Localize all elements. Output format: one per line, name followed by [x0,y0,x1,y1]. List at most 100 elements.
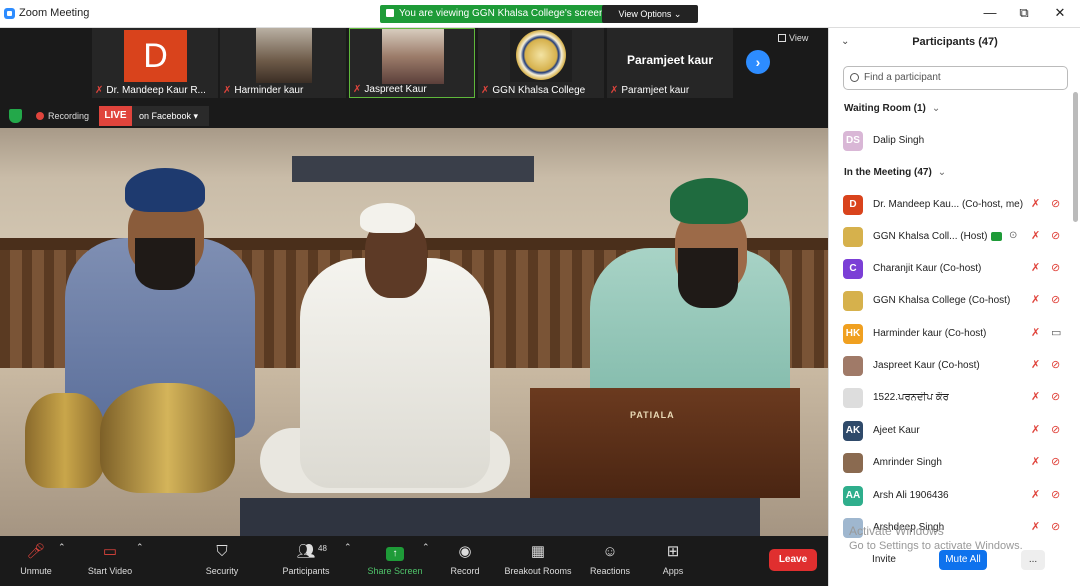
video-off-icon[interactable]: ⊘ [1051,488,1060,501]
audio-options-chevron-icon[interactable]: ⌃ [58,542,66,553]
share-chevron-icon[interactable]: ⌃ [422,542,430,553]
reactions-button[interactable]: ☺ Reactions [588,542,632,576]
participant-row[interactable]: AA Arsh Ali 1906436 ✗ ⊘ [841,483,1067,509]
screen-share-banner: You are viewing GGN Khalsa College's scr… [380,5,613,23]
muted-mic-icon[interactable]: ✗ [1031,520,1040,533]
participant-row[interactable]: Jaspreet Kaur (Co-host) ✗ ⊘ [841,353,1067,379]
muted-mic-icon[interactable]: ✗ [1031,293,1040,306]
apps-icon: ⊞ [666,543,680,560]
participant-name: GGN Khalsa Coll... (Host) [873,231,988,242]
thumbnail-paramjeet[interactable]: Paramjeet kaur ✗ Paramjeet kaur [607,28,733,98]
avatar [843,291,863,311]
thumbnail-mandeep[interactable]: D ✗ Dr. Mandeep Kaur R... [92,28,218,98]
recording-indicator[interactable]: Recording [36,109,89,123]
participant-row[interactable]: GGN Khalsa Coll... (Host) ⊙ ✗ ⊘ [841,224,1067,250]
facebook-stream-dropdown[interactable]: on Facebook ▾ [132,106,209,126]
avatar: AA [843,486,863,506]
in-meeting-header[interactable]: In the Meeting (47) ⌄ [844,167,946,178]
college-seal-icon [510,30,572,82]
maximize-button[interactable]: ⧉ [1016,5,1032,21]
participant-name: Ajeet Kaur [873,425,920,436]
start-video-button[interactable]: ▭ Start Video [82,542,138,576]
participants-chevron-icon[interactable]: ⌃ [344,542,352,553]
participant-row[interactable]: D Dr. Mandeep Kau... (Co-host, me) ✗ ⊘ [841,192,1067,218]
video-off-icon[interactable]: ⊘ [1051,229,1060,242]
thumbnail-name: Harminder kaur [234,85,304,96]
participants-button[interactable]: 👥︎ Participants 48 [278,542,334,576]
muted-mic-icon: ✗ [223,85,232,96]
recording-icon: ⊙ [1009,230,1018,241]
video-off-icon[interactable]: ⊘ [1051,261,1060,274]
harmonium [530,388,800,498]
muted-mic-icon[interactable]: ✗ [1031,326,1040,339]
more-options-button[interactable]: ... [1021,550,1045,570]
shield-icon: ⛉ [216,543,228,560]
minimize-button[interactable]: — [982,5,998,20]
share-screen-icon: ↑ [364,542,426,562]
window-title: Zoom Meeting [19,7,90,19]
record-label: Record [450,566,480,576]
leave-button[interactable]: Leave [769,549,817,571]
participant-name: Charanjit Kaur (Co-host) [873,263,982,274]
waiting-participant-row[interactable]: DS Dalip Singh [841,128,1067,154]
video-off-icon[interactable]: ⊘ [1051,197,1060,210]
participant-name: 1522.ਪਰਨਦੀਪ ਕੌਰ [873,392,949,403]
breakout-grid-icon: ▦ [530,543,546,560]
record-button[interactable]: ◉ Record [444,542,486,576]
view-button[interactable]: View [778,33,808,43]
view-label: View [789,33,809,43]
live-badge[interactable]: LIVE [99,106,132,126]
muted-mic-icon[interactable]: ✗ [1031,261,1040,274]
security-button[interactable]: ⛉ Security [198,542,246,576]
zoom-window: Zoom Meeting — ⧉ ✕ You are viewing GGN K… [0,0,1080,586]
view-options-button[interactable]: View Options ⌄ [602,5,698,23]
muted-mic-icon[interactable]: ✗ [1031,390,1040,403]
search-input[interactable]: Find a participant [843,66,1068,90]
muted-mic-icon: 🎤︎ [26,543,46,560]
muted-mic-icon[interactable]: ✗ [1031,358,1040,371]
thumbnail-harminder[interactable]: ✗ Harminder kaur [220,28,346,98]
participant-row[interactable]: C Charanjit Kaur (Co-host) ✗ ⊘ [841,256,1067,282]
participant-row[interactable]: 1522.ਪਰਨਦੀਪ ਕੌਰ ✗ ⊘ [841,385,1067,411]
waiting-room-header[interactable]: Waiting Room (1) ⌄ [844,103,940,114]
encryption-shield-icon[interactable] [9,109,22,123]
breakout-rooms-button[interactable]: ▦ Breakout Rooms [500,542,576,576]
video-on-icon[interactable]: ▭ [1051,326,1061,339]
mute-all-button[interactable]: Mute All [939,550,987,570]
thumbnail-jaspreet[interactable]: ✗ Jaspreet Kaur [349,28,475,98]
apps-button[interactable]: ⊞ Apps [656,542,690,576]
video-off-icon[interactable]: ⊘ [1051,455,1060,468]
participant-row[interactable]: GGN Khalsa College (Co-host) ✗ ⊘ [841,288,1067,314]
share-screen-button[interactable]: ↑ Share Screen [364,542,426,576]
video-off-icon[interactable]: ⊘ [1051,520,1060,533]
breakout-rooms-label: Breakout Rooms [504,566,572,576]
zoom-logo-icon [4,8,15,19]
video-off-icon[interactable]: ⊘ [1051,358,1060,371]
participant-row[interactable]: HK Harminder kaur (Co-host) ✗ ▭ [841,321,1067,347]
muted-mic-icon[interactable]: ✗ [1031,197,1040,210]
share-screen-label: Share Screen [367,566,423,576]
muted-mic-icon[interactable]: ✗ [1031,423,1040,436]
tabla-player-turban [125,168,205,212]
close-button[interactable]: ✕ [1052,5,1068,21]
muted-mic-icon[interactable]: ✗ [1031,488,1040,501]
participant-name: GGN Khalsa College (Co-host) [873,295,1011,306]
participants-panel: ⌄ Participants (47) Find a participant W… [828,28,1080,586]
video-off-icon[interactable]: ⊘ [1051,423,1060,436]
invite-button[interactable]: Invite [869,550,899,570]
avatar [843,388,863,408]
video-off-icon[interactable]: ⊘ [1051,390,1060,403]
thumbnail-ggn[interactable]: ✗ GGN Khalsa College [478,28,604,98]
muted-mic-icon[interactable]: ✗ [1031,455,1040,468]
next-page-button[interactable]: › [746,50,770,74]
chevron-down-icon: ⌄ [937,167,947,178]
avatar: DS [843,131,863,151]
video-off-icon[interactable]: ⊘ [1051,293,1060,306]
video-options-chevron-icon[interactable]: ⌃ [136,542,144,553]
unmute-button[interactable]: 🎤︎ Unmute [14,542,58,576]
panel-scrollbar[interactable] [1073,92,1078,222]
muted-mic-icon[interactable]: ✗ [1031,229,1040,242]
meeting-toolbar: 🎤︎ Unmute ⌃ ▭ Start Video ⌃ ⛉ Security 👥︎ Pa… [0,536,828,586]
participant-row[interactable]: AK Ajeet Kaur ✗ ⊘ [841,418,1067,444]
participant-row[interactable]: Amrinder Singh ✗ ⊘ [841,450,1067,476]
